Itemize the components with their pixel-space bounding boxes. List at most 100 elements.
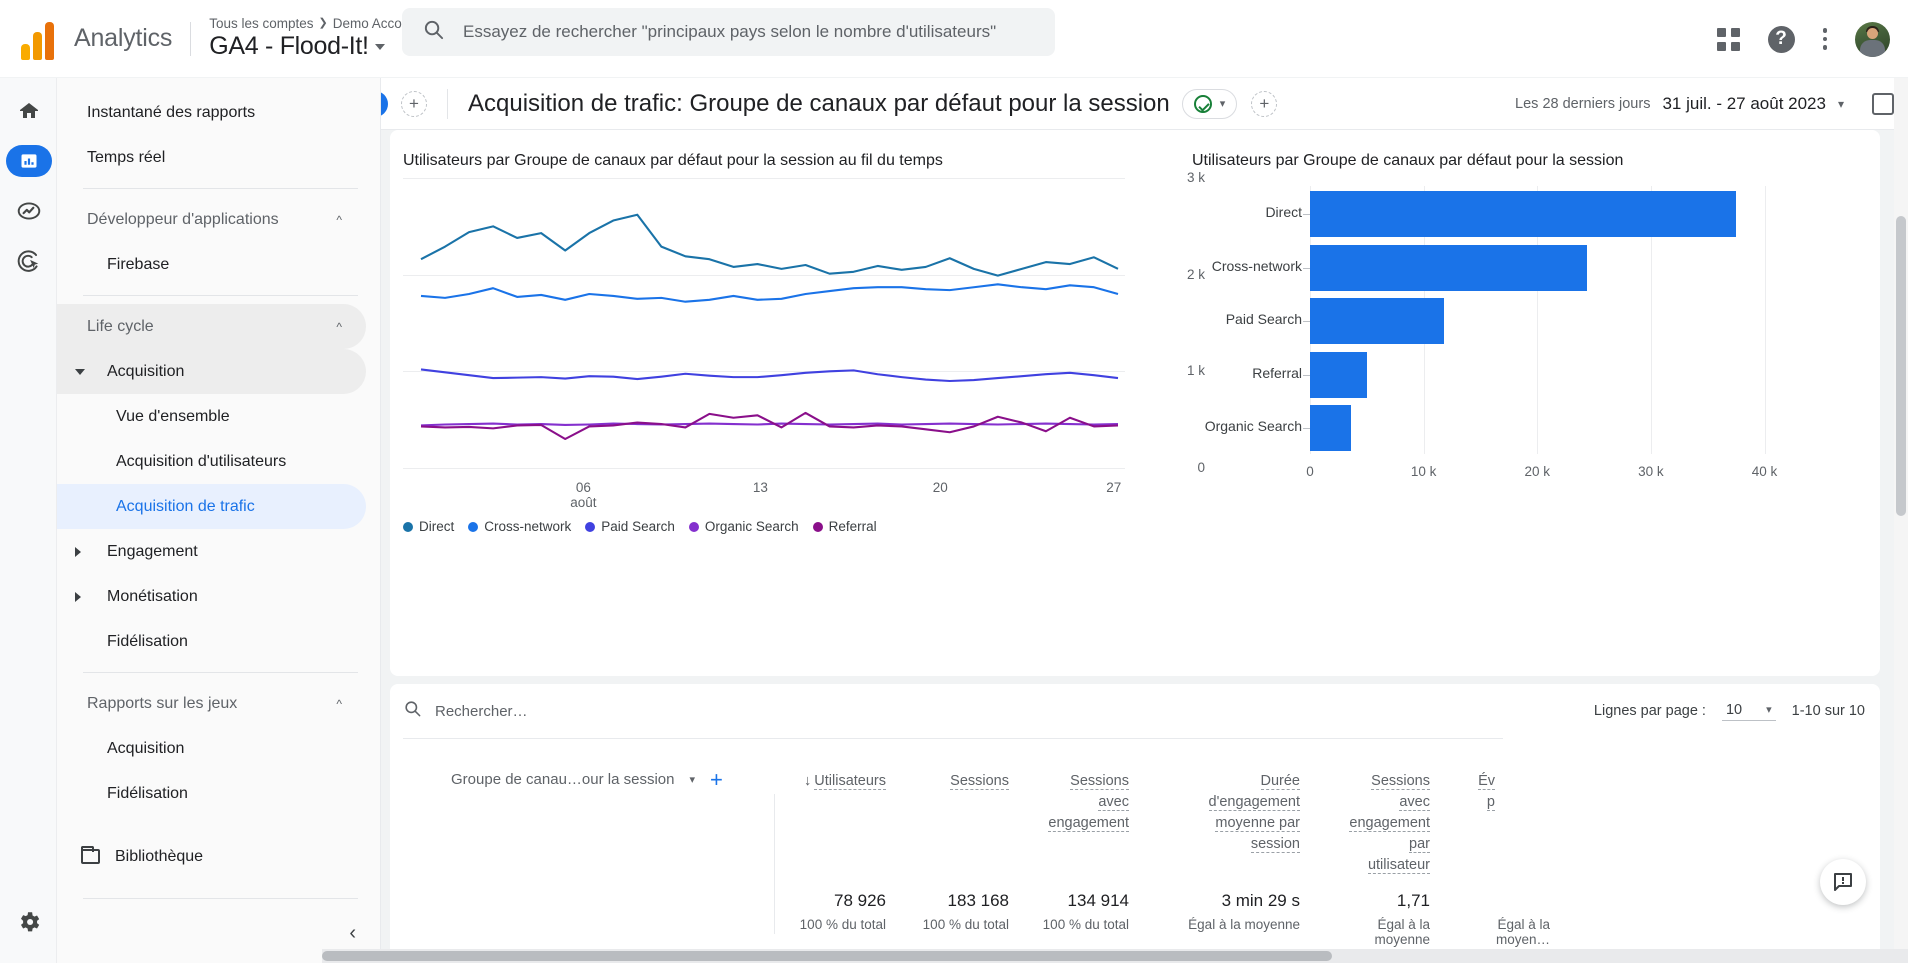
search-icon: [422, 18, 445, 46]
sidebar-item-traffic-acquisition[interactable]: Acquisition de trafic: [57, 484, 366, 529]
sidebar-section-games-reporting[interactable]: Rapports sur les jeux ^: [57, 681, 366, 726]
chevron-down-icon[interactable]: ▾: [1220, 97, 1226, 110]
legend-item[interactable]: Paid Search: [585, 519, 675, 534]
legend-item[interactable]: Organic Search: [688, 519, 799, 534]
date-range-selector[interactable]: Les 28 derniers jours 31 juil. - 27 août…: [1515, 94, 1844, 114]
sidebar-item-library[interactable]: Bibliothèque: [57, 834, 366, 879]
total-users: 78 926: [834, 891, 886, 910]
sidebar-item-firebase[interactable]: Firebase: [57, 242, 366, 287]
sidebar-section-app-developer[interactable]: Développeur d'applications ^: [57, 197, 366, 242]
line-chart[interactable]: 3 k2 k1 k 0 06 août 13 20 27: [403, 170, 1205, 518]
chevron-down-icon[interactable]: ▾: [1838, 97, 1844, 111]
sidebar-item-acquisition[interactable]: Acquisition: [57, 349, 366, 394]
chevron-up-icon[interactable]: ^: [336, 213, 342, 227]
sidebar-item-monetisation[interactable]: Monétisation: [57, 574, 366, 619]
sidebar-item-retention[interactable]: Fidélisation: [57, 619, 366, 664]
sidebar-item-realtime[interactable]: Temps réel: [57, 135, 366, 180]
triangle-right-icon[interactable]: [75, 591, 81, 602]
rail-item-admin[interactable]: [0, 897, 57, 947]
help-icon[interactable]: ?: [1767, 25, 1795, 53]
comparison-chip[interactable]: ▾: [1181, 88, 1238, 119]
property-row[interactable]: GA4 - Flood-It!: [209, 32, 420, 61]
sidebar-section-life-cycle[interactable]: Life cycle ^: [57, 304, 366, 349]
legend-item[interactable]: Cross-network: [468, 519, 571, 534]
global-search-box[interactable]: Essayez de rechercher "principaux pays s…: [402, 8, 1055, 56]
sidebar-item-user-acquisition[interactable]: Acquisition d'utilisateurs: [57, 439, 366, 484]
horizontal-scrollbar-track[interactable]: [322, 949, 1908, 963]
rail-item-advertising[interactable]: [0, 236, 57, 286]
sidebar-item-snapshot[interactable]: Instantané des rapports: [57, 90, 366, 135]
column-header-events-per-session[interactable]: Év p: [1445, 771, 1495, 813]
add-comparison-button[interactable]: +: [1251, 90, 1278, 117]
date-range-value[interactable]: 31 juil. - 27 août 2023: [1662, 94, 1826, 114]
add-tab-button[interactable]: +: [401, 90, 427, 117]
account-selector[interactable]: Tous les comptes ❯ Demo Account GA4 - Fl…: [209, 16, 420, 61]
chevron-down-icon[interactable]: ▾: [689, 773, 695, 786]
bar-row[interactable]: [1310, 244, 1810, 291]
avatar[interactable]: [1855, 21, 1890, 57]
triangle-right-icon[interactable]: [75, 546, 81, 557]
legend-label: Direct: [419, 519, 455, 534]
sidebar-item-label: Fidélisation: [107, 784, 188, 802]
sidebar-item-games-retention[interactable]: Fidélisation: [57, 771, 366, 816]
legend-item[interactable]: Direct: [403, 519, 454, 534]
chevron-down-icon[interactable]: [374, 43, 385, 50]
chevron-up-icon[interactable]: ^: [336, 320, 342, 334]
divider: [190, 21, 192, 56]
total-sessions-subtext: 100 % du total: [922, 917, 1009, 932]
sidebar-item-label: Monétisation: [107, 587, 198, 605]
breadcrumb-root[interactable]: Tous les comptes: [209, 16, 313, 32]
bar[interactable]: [1310, 298, 1445, 345]
rail-item-reports[interactable]: [0, 136, 57, 186]
x-axis-tick: 20 k: [1524, 464, 1551, 479]
analytics-logo-icon[interactable]: [10, 18, 68, 60]
reports-navigation-sidebar: Instantané des rapports Temps réel Dével…: [57, 78, 381, 963]
sidebar-item-overview[interactable]: Vue d'ensemble: [57, 394, 366, 439]
sidebar-divider: [83, 295, 358, 296]
column-header-users[interactable]: ↓ Utilisateurs: [786, 771, 886, 792]
legend-swatch: [812, 521, 823, 532]
sidebar-item-games-acquisition[interactable]: Acquisition: [57, 726, 366, 771]
column-header-sessions[interactable]: Sessions: [910, 771, 1009, 792]
total-events-subtext: Égal à la moyen…: [1495, 917, 1550, 947]
table-search[interactable]: Rechercher…: [403, 699, 528, 723]
vertical-scrollbar-track[interactable]: [1894, 78, 1908, 949]
sidebar-item-engagement[interactable]: Engagement: [57, 529, 366, 574]
bar[interactable]: [1310, 191, 1737, 237]
bar-category-label: Organic Search: [1204, 418, 1302, 435]
vertical-scrollbar-thumb[interactable]: [1896, 216, 1906, 516]
share-report-icon[interactable]: [1872, 92, 1894, 115]
bar-chart[interactable]: 0 10 k 20 k 30 k 40 k Direct Cross-network Paid…: [1205, 186, 1810, 479]
column-header-avg-engagement-time[interactable]: Durée d'engagement moyenne par session: [1155, 771, 1300, 855]
rail-item-explore[interactable]: [0, 186, 57, 236]
rows-per-page-select[interactable]: 10 ▾: [1721, 702, 1776, 721]
bar[interactable]: [1310, 405, 1351, 452]
advertising-icon: [17, 250, 38, 272]
collapse-sidebar-button[interactable]: ‹: [349, 922, 356, 945]
column-header-engaged-sessions[interactable]: Sessions avec engagement: [1030, 771, 1129, 834]
horizontal-scrollbar-thumb[interactable]: [322, 951, 1332, 961]
bar-row[interactable]: [1310, 405, 1810, 452]
legend-item[interactable]: Referral: [812, 519, 877, 534]
column-header-engaged-sessions-per-user[interactable]: Sessions avec engagement par utilisateur: [1320, 771, 1430, 876]
search-input[interactable]: Essayez de rechercher "principaux pays s…: [463, 22, 996, 42]
apps-grid-icon[interactable]: [1716, 27, 1740, 51]
chevron-up-icon[interactable]: ^: [336, 697, 342, 711]
bar-row[interactable]: [1310, 298, 1810, 345]
bar[interactable]: [1310, 351, 1367, 398]
bar-row[interactable]: [1310, 351, 1810, 398]
triangle-down-icon[interactable]: [75, 368, 85, 375]
feedback-button[interactable]: [1820, 859, 1866, 905]
dimension-selector[interactable]: Groupe de canau…our la session ▾ +: [451, 768, 723, 790]
bar-row[interactable]: [1310, 191, 1810, 237]
rows-per-page-control: Lignes par page : 10 ▾ 1-10 sur 10: [1594, 702, 1865, 721]
kebab-menu-icon[interactable]: [1822, 28, 1827, 50]
sidebar-item-label: Engagement: [107, 542, 198, 560]
bar-category-label: Paid Search: [1225, 311, 1302, 328]
bar[interactable]: [1310, 244, 1588, 291]
rail-item-home[interactable]: [0, 86, 57, 136]
add-dimension-button[interactable]: +: [710, 768, 723, 790]
table-search-input[interactable]: Rechercher…: [435, 703, 528, 720]
legend-label: Organic Search: [704, 519, 799, 534]
x-axis-tick: 13: [752, 480, 768, 495]
